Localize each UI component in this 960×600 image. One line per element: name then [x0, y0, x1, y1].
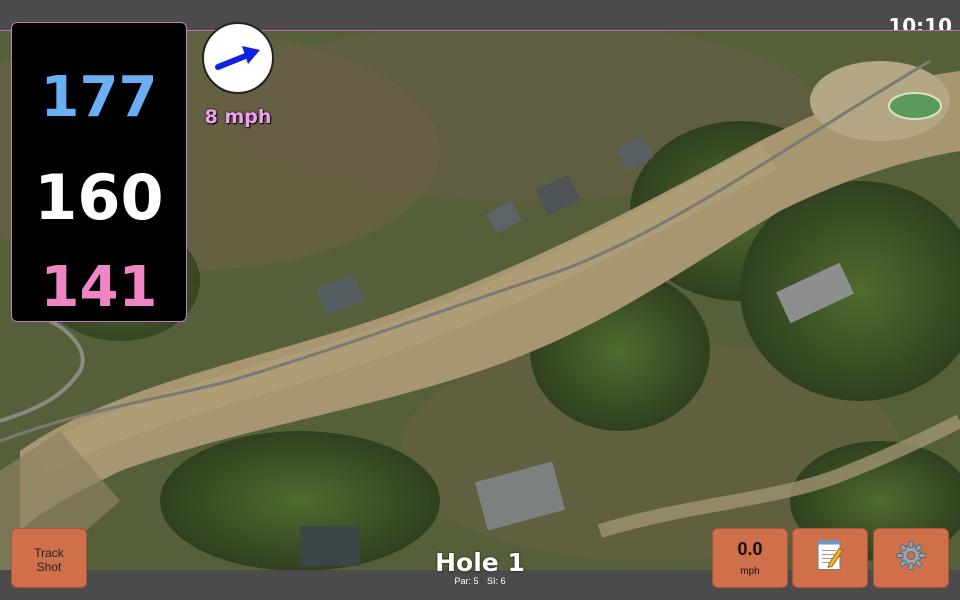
distance-middle: 160	[34, 161, 164, 234]
hole-par: Par: 5	[454, 576, 479, 586]
wind-speed: 8 mph	[204, 106, 272, 128]
distance-panel: 177 160 141	[11, 22, 187, 322]
speed-button[interactable]: 0.0 mph	[712, 528, 788, 588]
hole-title: Hole 1	[435, 548, 525, 577]
settings-button[interactable]	[873, 528, 949, 588]
speed-value: 0.0	[737, 539, 763, 559]
speed-unit: mph	[740, 566, 760, 577]
track-shot-button[interactable]: Track Shot	[11, 528, 87, 588]
wind-arrow-icon	[215, 46, 260, 70]
gear-icon	[895, 540, 927, 577]
track-shot-label: Track Shot	[34, 546, 64, 574]
distance-front: 141	[40, 255, 158, 320]
hole-si: SI: 6	[487, 576, 506, 586]
wind-indicator	[202, 22, 274, 94]
notepad-icon	[815, 540, 845, 577]
hole-info: Par: 5 SI: 6	[380, 576, 580, 586]
notes-button[interactable]	[792, 528, 868, 588]
distance-back: 177	[40, 65, 158, 130]
